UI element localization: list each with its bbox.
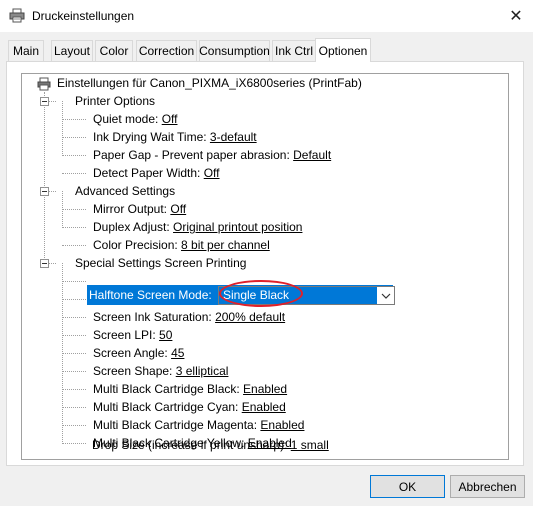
option-screen-shape[interactable]: Screen Shape: 3 elliptical <box>93 362 228 380</box>
window-title: Druckeinstellungen <box>32 9 135 23</box>
option-value[interactable]: Default <box>293 148 331 162</box>
tree-line <box>62 137 86 138</box>
option-value[interactable]: Enabled <box>243 382 287 396</box>
option-value[interactable]: Off <box>170 202 186 216</box>
tree-line <box>44 92 45 266</box>
tree-line <box>62 371 86 372</box>
tree-line <box>62 245 86 246</box>
option-value[interactable]: Off <box>204 166 220 180</box>
cancel-button[interactable]: Abbrechen <box>450 475 525 498</box>
option-value[interactable]: 200% default <box>215 310 285 324</box>
tab-ink-ctrl[interactable]: Ink Ctrl <box>272 40 316 61</box>
tab-consumption[interactable]: Consumption <box>199 40 270 61</box>
tab-correction[interactable]: Correction <box>136 40 197 61</box>
option-value[interactable]: 45 <box>171 346 184 360</box>
tree-line <box>62 299 86 300</box>
option-detect-paper-width[interactable]: Detect Paper Width: Off <box>93 164 220 182</box>
tree-line <box>62 155 86 156</box>
group-advanced-settings[interactable]: Advanced Settings <box>75 182 175 200</box>
tree-line <box>62 389 86 390</box>
option-value[interactable]: 50 <box>159 328 172 342</box>
tree-line <box>62 281 86 282</box>
settings-tree[interactable]: Einstellungen für Canon_PIXMA_iX6800seri… <box>21 73 509 460</box>
option-mbc-cyan[interactable]: Multi Black Cartridge Cyan: Enabled <box>93 398 286 416</box>
tree-line <box>62 353 86 354</box>
option-mbc-black[interactable]: Multi Black Cartridge Black: Enabled <box>93 380 287 398</box>
option-value[interactable]: 1 small <box>291 438 329 452</box>
tab-color[interactable]: Color <box>95 40 133 61</box>
option-mirror-output[interactable]: Mirror Output: Off <box>93 200 186 218</box>
option-value[interactable]: 3 elliptical <box>176 364 229 378</box>
option-duplex-adjust[interactable]: Duplex Adjust: Original printout positio… <box>93 218 302 236</box>
tree-line <box>62 101 63 156</box>
option-screen-lpi[interactable]: Screen LPI: 50 <box>93 326 172 344</box>
collapse-icon[interactable] <box>40 259 49 268</box>
option-mbc-magenta[interactable]: Multi Black Cartridge Magenta: Enabled <box>93 416 304 434</box>
tree-line <box>62 317 86 318</box>
tree-line <box>48 263 56 264</box>
halftone-mode-select[interactable]: Single Black <box>218 286 395 305</box>
option-screen-ink-saturation[interactable]: Screen Ink Saturation: 200% default <box>93 308 285 326</box>
tree-line <box>48 101 56 102</box>
option-value[interactable]: Original printout position <box>173 220 302 234</box>
chevron-down-icon[interactable] <box>377 287 394 304</box>
options-panel: Einstellungen für Canon_PIXMA_iX6800seri… <box>6 61 524 466</box>
combo-value: Single Black <box>223 288 290 302</box>
halftone-label: Halftone Screen Mode: <box>89 288 212 302</box>
printer-icon <box>37 77 51 91</box>
option-screen-angle[interactable]: Screen Angle: 45 <box>93 344 184 362</box>
option-paper-gap[interactable]: Paper Gap - Prevent paper abrasion: Defa… <box>93 146 331 164</box>
tree-line <box>48 191 56 192</box>
close-icon: ✕ <box>509 8 523 25</box>
collapse-icon[interactable] <box>40 187 49 196</box>
tree-line <box>62 227 86 228</box>
tree-line <box>62 173 86 174</box>
option-value[interactable]: Off <box>162 112 178 126</box>
tree-line <box>62 407 86 408</box>
group-special-settings[interactable]: Special Settings Screen Printing <box>75 254 246 272</box>
tree-line <box>62 443 86 444</box>
tab-optionen[interactable]: Optionen <box>315 38 371 62</box>
option-value[interactable]: 3-default <box>210 130 257 144</box>
option-quiet-mode[interactable]: Quiet mode: Off <box>93 110 178 128</box>
tab-main[interactable]: Main <box>8 40 44 61</box>
tree-line <box>62 425 86 426</box>
close-button[interactable]: ✕ <box>499 0 533 32</box>
option-ink-drying[interactable]: Ink Drying Wait Time: 3-default <box>93 128 257 146</box>
tree-root[interactable]: Einstellungen für Canon_PIXMA_iX6800seri… <box>57 74 362 92</box>
tree-line <box>62 335 86 336</box>
tree-line <box>62 119 86 120</box>
option-value[interactable]: Enabled <box>260 418 304 432</box>
tree-line <box>62 209 86 210</box>
group-printer-options[interactable]: Printer Options <box>75 92 155 110</box>
ok-button[interactable]: OK <box>370 475 445 498</box>
printer-icon <box>9 8 25 23</box>
option-color-precision[interactable]: Color Precision: 8 bit per channel <box>93 236 270 254</box>
option-value[interactable]: 8 bit per channel <box>181 238 270 252</box>
option-value[interactable]: Enabled <box>242 400 286 414</box>
collapse-icon[interactable] <box>40 97 49 106</box>
tab-layout[interactable]: Layout <box>51 40 93 61</box>
option-drop-size-row[interactable]: Drop Size (increase if print unsharp): 1… <box>92 436 329 454</box>
title-bar: Druckeinstellungen ✕ <box>0 0 533 32</box>
